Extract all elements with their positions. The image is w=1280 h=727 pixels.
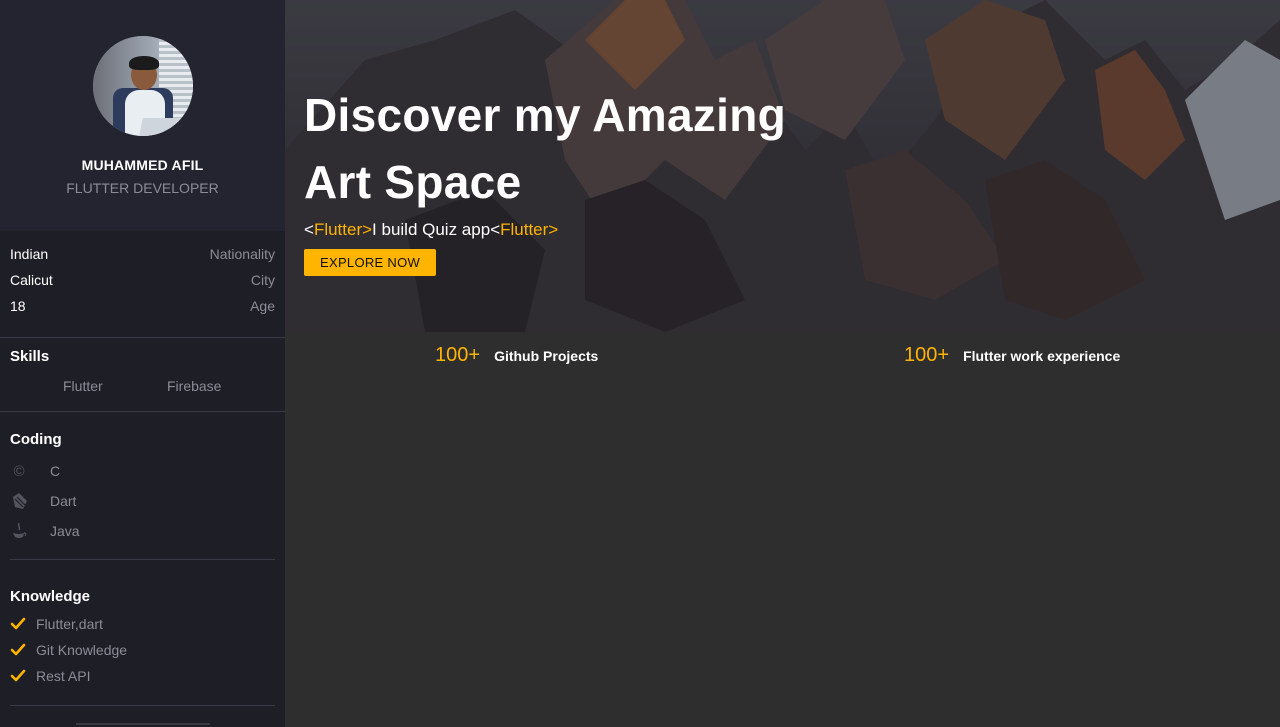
explore-now-button[interactable]: EXPLORE NOW [304, 249, 437, 276]
stat-flutter-experience: 100+ Flutter work experience [904, 344, 1120, 367]
info-label: Nationality [209, 246, 275, 262]
scroll-stub [76, 723, 210, 725]
knowledge-label: Git Knowledge [36, 642, 128, 658]
knowledge-title: Knowledge [10, 588, 91, 605]
knowledge-section: Knowledge Flutter,dart Git Knowledge Res… [0, 560, 285, 705]
stat-label: Flutter work experience [963, 347, 1121, 364]
stat-number: 100+ [904, 344, 950, 366]
coding-label: C [50, 463, 61, 479]
coding-label: Dart [50, 493, 77, 509]
sidebar: MUHAMMED AFIL FLUTTER DEVELOPER Indian N… [0, 0, 285, 727]
copyright-c-icon: © [13, 462, 25, 480]
hero-subtitle: <Flutter>I build Quiz app<Flutter> [304, 220, 824, 240]
stat-github-projects: 100+ Github Projects [435, 344, 598, 367]
info-label: City [250, 272, 275, 288]
check-icon [10, 643, 26, 656]
coding-section: Coding © C Dart Java [0, 412, 285, 559]
profile-card: MUHAMMED AFIL FLUTTER DEVELOPER [0, 0, 285, 231]
avatar [92, 36, 193, 136]
skill-list: Flutter Firebase [0, 378, 285, 394]
info-row-nationality: Indian Nationality [10, 241, 275, 267]
coding-title: Coding [10, 431, 62, 448]
skills-section: Skills Flutter Firebase [0, 338, 285, 411]
knowledge-label: Rest API [36, 668, 91, 684]
knowledge-item: Rest API [0, 663, 285, 689]
knowledge-label: Flutter,dart [36, 616, 103, 632]
info-row-city: Calicut City [10, 267, 275, 293]
check-icon [10, 617, 26, 630]
info-value: Indian [10, 246, 49, 262]
skill-item: Firebase [167, 378, 222, 394]
coding-item-dart: Dart [0, 486, 285, 516]
hero-sub-text: I build Quiz app [372, 220, 491, 239]
hero-banner: Discover my Amazing Art Space <Flutter>I… [285, 0, 1280, 332]
hero-sub-bracket: < [304, 220, 314, 239]
page: MUHAMMED AFIL FLUTTER DEVELOPER Indian N… [0, 0, 1280, 727]
stat-label: Github Projects [494, 347, 599, 364]
dart-icon [10, 492, 28, 510]
coding-item-c: © C [0, 456, 285, 486]
skill-item: Flutter [63, 378, 103, 394]
profile-role: FLUTTER DEVELOPER [66, 180, 219, 196]
coding-item-java: Java [0, 516, 285, 546]
info-value: Calicut [10, 272, 53, 288]
knowledge-list: Flutter,dart Git Knowledge Rest API [0, 611, 285, 689]
knowledge-item: Flutter,dart [0, 611, 285, 637]
coding-list: © C Dart Java [0, 456, 285, 546]
info-list: Indian Nationality Calicut City 18 Age [0, 231, 285, 319]
knowledge-item: Git Knowledge [0, 637, 285, 663]
skills-title: Skills [10, 348, 50, 365]
hero-text: Discover my Amazing Art Space <Flutter>I… [304, 82, 824, 276]
info-row-age: 18 Age [10, 293, 275, 319]
hero-sub-tag: Flutter> [313, 220, 373, 239]
stats-section: 100+ Github Projects 100+ Flutter work e… [285, 332, 1280, 727]
hero-title: Discover my Amazing Art Space [304, 89, 787, 208]
java-coffee-icon [10, 522, 28, 540]
coding-label: Java [50, 523, 80, 539]
profile-name: MUHAMMED AFIL [81, 157, 204, 173]
divider [10, 705, 275, 706]
hero-sub-bracket: < [490, 220, 501, 239]
info-label: Age [250, 298, 275, 314]
hero-sub-tag: Flutter> [500, 220, 559, 239]
info-value: 18 [10, 298, 26, 314]
stat-number: 100+ [435, 344, 481, 366]
check-icon [10, 669, 26, 682]
